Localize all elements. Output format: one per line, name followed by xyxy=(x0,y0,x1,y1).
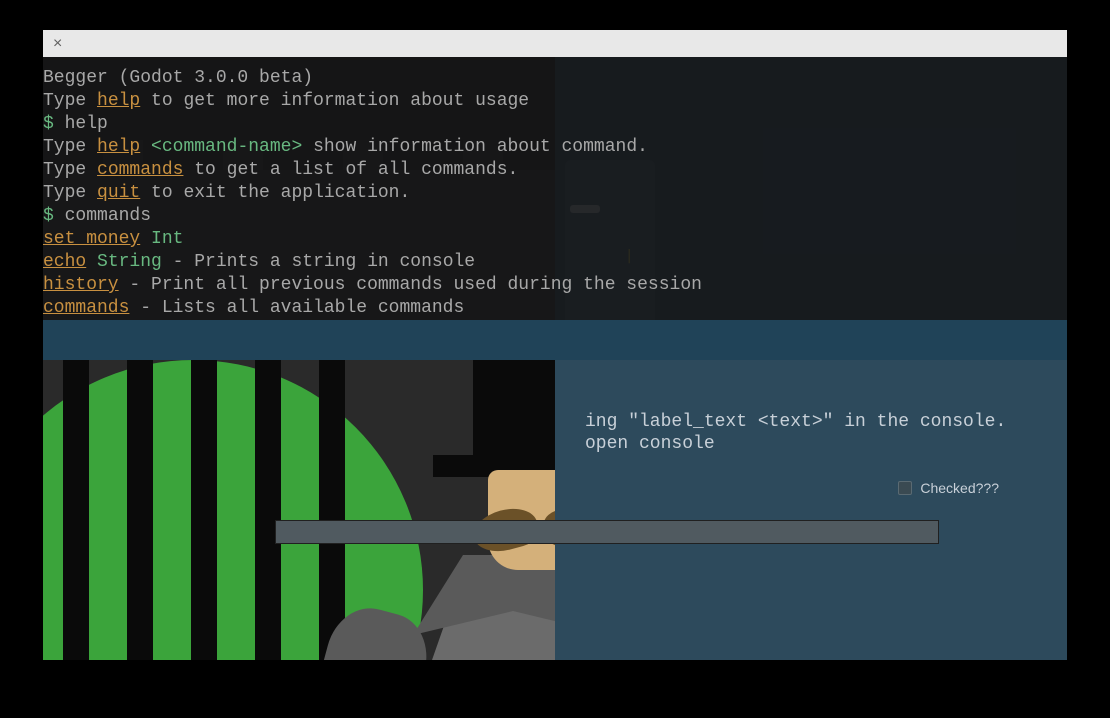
help-link[interactable]: help xyxy=(97,137,140,157)
bar xyxy=(191,360,217,660)
console-text: to exit the application. xyxy=(140,183,410,203)
help-link[interactable]: help xyxy=(97,91,140,111)
echo-link[interactable]: echo xyxy=(43,252,86,272)
bar xyxy=(63,360,89,660)
console-input[interactable] xyxy=(43,320,1067,360)
console-text: - Prints a string in console xyxy=(162,252,475,272)
prompt: $ xyxy=(43,206,54,226)
close-icon[interactable]: × xyxy=(43,35,72,53)
instruction-line-1: ing "label_text <text>" in the console. xyxy=(585,412,1006,432)
console-output[interactable]: Begger (Godot 3.0.0 beta) Type help to g… xyxy=(43,57,1067,320)
user-input: help xyxy=(54,114,108,134)
checkbox[interactable] xyxy=(898,481,912,495)
begger-character xyxy=(293,360,555,660)
console-text: Type xyxy=(43,183,97,203)
bar xyxy=(127,360,153,660)
console-title: Begger (Godot 3.0.0 beta) xyxy=(43,68,313,88)
console-text: Type xyxy=(43,160,97,180)
text-input[interactable] xyxy=(275,520,939,544)
console-text: - Print all previous commands used durin… xyxy=(119,275,702,295)
quit-link[interactable]: quit xyxy=(97,183,140,203)
checkbox-label: Checked??? xyxy=(920,480,999,496)
bar xyxy=(255,360,281,660)
command-arg: Int xyxy=(140,229,183,249)
console-titlebar: × xyxy=(43,30,1067,57)
console-text: show information about command. xyxy=(302,137,648,157)
commands-link[interactable]: commands xyxy=(97,160,183,180)
set-money-link[interactable]: set_money xyxy=(43,229,140,249)
history-link[interactable]: history xyxy=(43,275,119,295)
game-area: ing "label_text <text>" in the console. … xyxy=(43,30,1067,660)
console-text: to get more information about usage xyxy=(140,91,529,111)
command-arg: <command-name> xyxy=(140,137,302,157)
user-input: commands xyxy=(54,206,151,226)
console-text: Type xyxy=(43,91,97,111)
console-text: to get a list of all commands. xyxy=(183,160,518,180)
instruction-line-2: open console xyxy=(585,434,715,454)
commands-link[interactable]: commands xyxy=(43,298,129,318)
command-arg: String xyxy=(86,252,162,272)
instruction-text: ing "label_text <text>" in the console. … xyxy=(585,411,1006,455)
console-text: - Lists all available commands xyxy=(129,298,464,318)
character-hat xyxy=(473,360,555,470)
console-text: Type xyxy=(43,137,97,157)
checkbox-row: Checked??? xyxy=(898,480,999,496)
prompt: $ xyxy=(43,114,54,134)
